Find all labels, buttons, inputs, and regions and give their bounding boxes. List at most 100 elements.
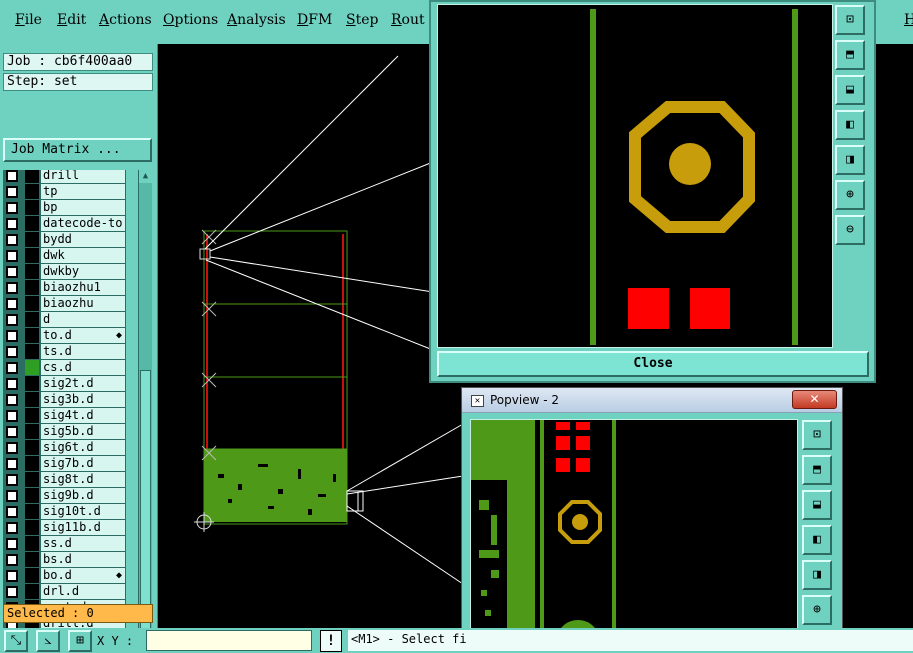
layer-row[interactable]: sig7b.d <box>3 456 126 472</box>
layer-row[interactable]: bo.d ◆ <box>3 568 126 584</box>
scroll-thumb[interactable] <box>140 370 151 630</box>
pan-down-icon[interactable]: ⬓ <box>802 490 832 520</box>
layer-row[interactable]: ss.d <box>3 536 126 552</box>
layer-name[interactable]: bs.d <box>41 552 125 567</box>
layer-row[interactable]: drill <box>3 170 126 184</box>
layer-color-swatch[interactable] <box>25 248 39 263</box>
layer-name[interactable]: dwk <box>41 248 125 263</box>
layer-checkbox[interactable] <box>6 330 18 342</box>
layer-color-swatch[interactable] <box>25 488 39 503</box>
popview-2-titlebar[interactable]: ✕ Popview - 2 ✕ <box>462 388 842 413</box>
layer-checkbox[interactable] <box>6 346 18 358</box>
layer-checkbox[interactable] <box>6 218 18 230</box>
layer-name[interactable]: cs.d <box>41 360 125 375</box>
menu-overflow[interactable]: H <box>904 12 913 28</box>
layer-checkbox[interactable] <box>6 570 18 582</box>
pan-down-icon[interactable]: ⬓ <box>835 75 865 105</box>
layer-checkbox[interactable] <box>6 554 18 566</box>
layer-name[interactable]: bo.d ◆ <box>41 568 125 583</box>
layer-name[interactable]: ss.d <box>41 536 125 551</box>
pan-up-icon[interactable]: ⬒ <box>835 40 865 70</box>
layer-row[interactable]: sig11b.d <box>3 520 126 536</box>
layer-checkbox[interactable] <box>6 442 18 454</box>
popview-1-canvas[interactable] <box>437 4 833 348</box>
layer-name[interactable]: sig11b.d <box>41 520 125 535</box>
layer-color-swatch[interactable] <box>25 264 39 279</box>
layer-color-swatch[interactable] <box>25 216 39 231</box>
layer-checkbox[interactable] <box>6 250 18 262</box>
layer-name[interactable]: tp <box>41 184 125 199</box>
layer-row[interactable]: dwkby <box>3 264 126 280</box>
close-button[interactable]: Close <box>437 351 869 377</box>
job-matrix-button[interactable]: Job Matrix ... <box>3 138 152 162</box>
zoom-in-icon[interactable]: ⊕ <box>802 595 832 625</box>
layer-name[interactable]: biaozhu1 <box>41 280 125 295</box>
layer-color-swatch[interactable] <box>25 328 39 343</box>
layer-scrollbar[interactable]: ▲ ▼ <box>138 170 152 642</box>
layer-name[interactable]: datecode-to <box>41 216 125 231</box>
menu-options[interactable]: Options <box>163 12 218 28</box>
xy-input[interactable] <box>146 630 312 651</box>
layer-checkbox[interactable] <box>6 186 18 198</box>
layer-color-swatch[interactable] <box>25 456 39 471</box>
layer-row[interactable]: bydd <box>3 232 126 248</box>
layer-name[interactable]: sig5b.d <box>41 424 125 439</box>
layer-row[interactable]: dwk <box>3 248 126 264</box>
menu-actions[interactable]: Actions <box>99 12 152 28</box>
layer-row[interactable]: sig9b.d <box>3 488 126 504</box>
layer-row[interactable]: sig5b.d <box>3 424 126 440</box>
layer-name[interactable]: sig4t.d <box>41 408 125 423</box>
layer-checkbox[interactable] <box>6 202 18 214</box>
layer-color-swatch[interactable] <box>25 408 39 423</box>
layer-row[interactable]: cs.d <box>3 360 126 376</box>
layer-checkbox[interactable] <box>6 282 18 294</box>
menu-edit[interactable]: Edit <box>57 12 86 28</box>
layer-color-swatch[interactable] <box>25 312 39 327</box>
layer-row[interactable]: d <box>3 312 126 328</box>
layer-color-swatch[interactable] <box>25 360 39 375</box>
layer-color-swatch[interactable] <box>25 584 39 599</box>
layer-checkbox[interactable] <box>6 378 18 390</box>
layer-name[interactable]: sig2t.d <box>41 376 125 391</box>
layer-checkbox[interactable] <box>6 538 18 550</box>
layer-checkbox[interactable] <box>6 266 18 278</box>
layer-name[interactable]: bydd <box>41 232 125 247</box>
layer-checkbox[interactable] <box>6 490 18 502</box>
layer-color-swatch[interactable] <box>25 440 39 455</box>
layer-name[interactable]: sig7b.d <box>41 456 125 471</box>
window-close-button[interactable]: ✕ <box>792 390 837 409</box>
layer-name[interactable]: drl.d <box>41 584 125 599</box>
layer-color-swatch[interactable] <box>25 568 39 583</box>
layer-color-swatch[interactable] <box>25 536 39 551</box>
zoom-home-icon[interactable]: ⊡ <box>835 5 865 35</box>
grid-icon[interactable]: ⊞ <box>68 630 92 652</box>
layer-color-swatch[interactable] <box>25 280 39 295</box>
layer-checkbox[interactable] <box>6 410 18 422</box>
layer-color-swatch[interactable] <box>25 376 39 391</box>
layer-row[interactable]: sig3b.d <box>3 392 126 408</box>
layer-checkbox[interactable] <box>6 170 18 182</box>
layer-row[interactable]: bp <box>3 200 126 216</box>
layer-name[interactable]: sig6t.d <box>41 440 125 455</box>
pan-right-icon[interactable]: ◨ <box>835 145 865 175</box>
layer-color-swatch[interactable] <box>25 520 39 535</box>
layer-checkbox[interactable] <box>6 474 18 486</box>
fit-view-icon[interactable]: ⤡ <box>4 630 28 652</box>
layer-color-swatch[interactable] <box>25 232 39 247</box>
layer-row[interactable]: biaozhu1 <box>3 280 126 296</box>
menu-file[interactable]: File <box>15 12 42 28</box>
measure-icon[interactable]: ⦣ <box>36 630 60 652</box>
layer-checkbox[interactable] <box>6 394 18 406</box>
alert-icon[interactable]: ! <box>320 630 342 652</box>
layer-color-swatch[interactable] <box>25 200 39 215</box>
layer-name[interactable]: sig10t.d <box>41 504 125 519</box>
layer-name[interactable]: d <box>41 312 125 327</box>
layer-row[interactable]: to.d ◆ <box>3 328 126 344</box>
layer-name[interactable]: sig3b.d <box>41 392 125 407</box>
layer-row[interactable]: ts.d <box>3 344 126 360</box>
layer-row[interactable]: sig2t.d <box>3 376 126 392</box>
zoom-home-icon[interactable]: ⊡ <box>802 420 832 450</box>
layer-row[interactable]: bs.d <box>3 552 126 568</box>
menu-analysis[interactable]: Analysis <box>227 12 286 28</box>
layer-name[interactable]: drill <box>41 170 125 183</box>
